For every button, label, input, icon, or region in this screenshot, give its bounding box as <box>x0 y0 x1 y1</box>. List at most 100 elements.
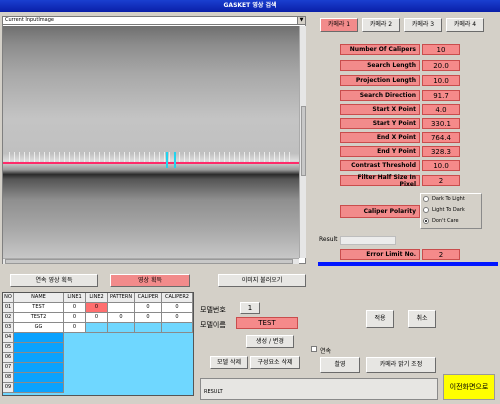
row-name[interactable] <box>14 363 64 373</box>
row-caliper[interactable]: 0 <box>135 303 162 313</box>
continuous-checkbox-label: 연속 <box>320 348 332 355</box>
table-row[interactable]: 05 <box>3 343 64 353</box>
result-panel: RESULT <box>200 378 438 400</box>
scroll-thumb[interactable] <box>301 106 306 176</box>
create-change-button[interactable]: 생성 / 변경 <box>246 335 294 348</box>
table-row[interactable]: 06 <box>3 353 64 363</box>
row-pattern[interactable] <box>108 303 135 313</box>
param-value-end-x[interactable]: 764.4 <box>422 132 460 143</box>
row-line1[interactable]: 0 <box>64 303 86 313</box>
radio-light-to-dark[interactable] <box>423 207 429 213</box>
param-value-projection-length[interactable]: 10.0 <box>422 75 460 86</box>
param-label: Start Y Point <box>340 118 420 129</box>
table-row[interactable]: 01 TEST 0 0 0 0 <box>3 303 193 313</box>
row-caliper2[interactable] <box>162 323 193 333</box>
table-row[interactable]: 03 GG 0 <box>3 323 193 333</box>
row-name[interactable] <box>14 353 64 363</box>
row-name[interactable] <box>14 383 64 393</box>
row-number: 09 <box>3 383 14 393</box>
table-row[interactable]: 04 <box>3 333 64 343</box>
apply-button[interactable]: 적용 <box>366 310 394 328</box>
delete-component-button[interactable]: 구성요소 삭제 <box>250 356 300 369</box>
load-image-button[interactable]: 이미지 불러오기 <box>218 274 306 287</box>
param-value-start-x[interactable]: 4.0 <box>422 104 460 115</box>
camera-brightness-button[interactable]: 카메라 밝기 조정 <box>366 357 436 373</box>
header-cell: PATTERN <box>108 293 135 303</box>
param-label: End X Point <box>340 132 420 143</box>
param-label: Search Length <box>340 60 420 71</box>
image-source-select[interactable]: Current InputImage ▼ <box>2 16 306 25</box>
tab-camera-4[interactable]: 카메라 4 <box>446 18 484 32</box>
row-line1[interactable]: 0 <box>64 313 86 323</box>
tab-camera-2[interactable]: 카메라 2 <box>362 18 400 32</box>
tab-camera-1[interactable]: 카메라 1 <box>320 18 358 32</box>
result-value <box>340 236 396 245</box>
param-label: Filter Half Size In Pixel <box>340 174 420 188</box>
camera-image[interactable] <box>3 26 299 258</box>
model-number-label: 모델번호 <box>200 306 226 314</box>
row-caliper2[interactable]: 0 <box>162 303 193 313</box>
radio-label: Don't Care <box>432 218 459 224</box>
row-number: 05 <box>3 343 14 353</box>
param-label: Projection Length <box>340 75 420 86</box>
radio-dont-care[interactable] <box>423 218 429 224</box>
header-cell: CALIPER <box>135 293 162 303</box>
row-line2[interactable] <box>86 323 108 333</box>
row-caliper[interactable] <box>135 323 162 333</box>
row-name[interactable]: TEST2 <box>14 313 64 323</box>
back-button[interactable]: 이전화면으로 <box>443 374 495 400</box>
table-row[interactable]: 02 TEST2 0 0 0 0 0 <box>3 313 193 323</box>
shoot-button[interactable]: 촬영 <box>320 357 360 373</box>
error-limit-value[interactable]: 2 <box>422 249 460 260</box>
param-value-calipers[interactable]: 10 <box>422 44 460 55</box>
model-number-field[interactable]: 1 <box>240 302 260 314</box>
row-caliper[interactable]: 0 <box>135 313 162 323</box>
row-number: 06 <box>3 353 14 363</box>
param-value-filter-half-size[interactable]: 2 <box>422 175 460 186</box>
row-line1[interactable]: 0 <box>64 323 86 333</box>
param-value-start-y[interactable]: 330.1 <box>422 118 460 129</box>
chevron-down-icon[interactable]: ▼ <box>297 17 305 24</box>
row-pattern[interactable]: 0 <box>108 313 135 323</box>
param-value-end-y[interactable]: 328.3 <box>422 146 460 157</box>
header-cell: LINE1 <box>64 293 86 303</box>
scroll-thumb[interactable] <box>5 259 293 264</box>
row-caliper2[interactable]: 0 <box>162 313 193 323</box>
row-name[interactable]: GG <box>14 323 64 333</box>
tab-camera-3[interactable]: 카메라 3 <box>404 18 442 32</box>
image-source-value: Current InputImage <box>5 17 54 23</box>
capture-button[interactable]: 영상 획득 <box>110 274 190 287</box>
param-label: End Y Point <box>340 146 420 157</box>
param-value-contrast-threshold[interactable]: 10.0 <box>422 160 460 171</box>
row-line2[interactable]: 0 <box>86 313 108 323</box>
row-name[interactable]: TEST <box>14 303 64 313</box>
separator-bar <box>318 262 498 266</box>
delete-model-button[interactable]: 모델 삭제 <box>210 356 248 369</box>
param-value-search-length[interactable]: 20.0 <box>422 60 460 71</box>
continuous-capture-button[interactable]: 연속 영상 획득 <box>10 274 98 287</box>
header-cell: NO <box>3 293 14 303</box>
table-row[interactable]: 08 <box>3 373 64 383</box>
cancel-button[interactable]: 취소 <box>408 310 436 328</box>
vertical-scrollbar[interactable] <box>299 26 306 258</box>
radio-dark-to-light[interactable] <box>423 196 429 202</box>
param-label: Number Of Calipers <box>340 44 420 55</box>
table-row[interactable]: 09 <box>3 383 64 393</box>
caliper-line <box>3 162 299 164</box>
caliper-center-marker <box>166 152 176 168</box>
param-label: Search Direction <box>340 90 420 101</box>
table-header: NO NAME LINE1 LINE2 PATTERN CALIPER CALI… <box>3 293 193 303</box>
model-name-field[interactable]: TEST <box>236 317 298 329</box>
row-line2[interactable]: 0 <box>86 303 108 313</box>
table-row[interactable]: 07 <box>3 363 64 373</box>
row-name[interactable] <box>14 333 64 343</box>
param-label: Contrast Threshold <box>340 160 420 171</box>
row-name[interactable] <box>14 343 64 353</box>
horizontal-scrollbar[interactable] <box>3 258 299 264</box>
row-pattern[interactable] <box>108 323 135 333</box>
continuous-checkbox[interactable] <box>311 346 317 352</box>
header-cell: NAME <box>14 293 64 303</box>
model-table[interactable]: NO NAME LINE1 LINE2 PATTERN CALIPER CALI… <box>2 292 194 396</box>
param-value-search-direction[interactable]: 91.7 <box>422 90 460 101</box>
row-name[interactable] <box>14 373 64 383</box>
